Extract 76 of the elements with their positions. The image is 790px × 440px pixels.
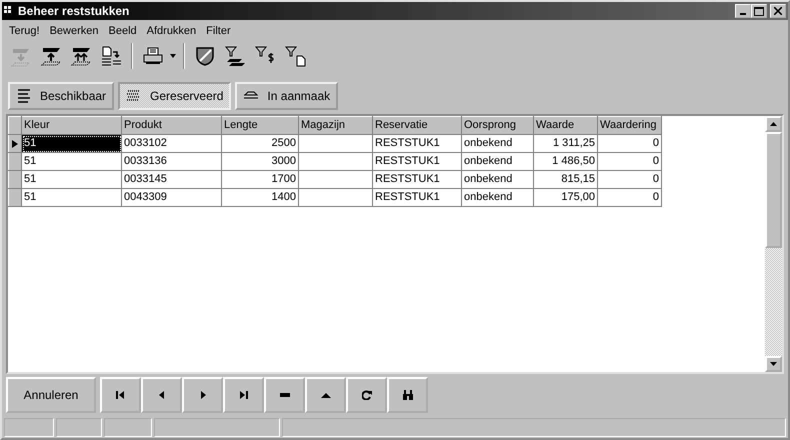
menu-item[interactable]: Filter <box>201 23 236 39</box>
table-cell: 0033145 <box>124 173 167 186</box>
table-cell: RESTSTUK1 <box>375 155 440 168</box>
minus-button[interactable] <box>264 377 305 413</box>
last-record-button[interactable] <box>223 377 264 413</box>
up-arrow-icon <box>770 122 777 126</box>
refresh-icon <box>362 390 372 400</box>
table-cell: 1 311,25 <box>552 137 595 150</box>
table-cell: 0043309 <box>124 191 167 204</box>
table-cell: 815,15 <box>561 173 595 186</box>
column-header[interactable]: Produkt <box>122 116 222 134</box>
table-cell: 1 486,50 <box>552 155 595 168</box>
table-cell: 1400 <box>272 191 296 204</box>
table-cell: onbekend <box>464 191 512 204</box>
minimize-button[interactable] <box>735 4 752 18</box>
table-cell: 0 <box>652 137 659 150</box>
close-icon <box>774 7 782 15</box>
column-header[interactable]: Waarde <box>534 116 598 134</box>
cancel-button[interactable]: Annuleren <box>6 377 96 413</box>
table-cell: 1700 <box>272 173 296 186</box>
refresh-button[interactable] <box>346 377 387 413</box>
window-title: Beheer reststukken <box>18 3 130 20</box>
column-header[interactable]: Waardering <box>598 116 662 134</box>
table-cell: 51 <box>24 137 36 150</box>
dropdown-caret-icon[interactable] <box>170 54 176 58</box>
status-panel <box>56 418 102 437</box>
table-cell: onbekend <box>464 137 512 150</box>
table-cell: 0033136 <box>124 155 167 168</box>
column-header[interactable]: Reservatie <box>372 116 462 134</box>
tab[interactable]: In aanmaak <box>235 82 338 110</box>
scroll-down-button[interactable] <box>765 356 782 372</box>
table-cell: RESTSTUK1 <box>375 173 440 186</box>
table-cell: onbekend <box>464 155 512 168</box>
last-record-icon <box>238 390 248 400</box>
tab-icon <box>16 88 32 104</box>
binoculars-icon <box>402 390 412 400</box>
menu-item[interactable]: Beeld <box>104 23 142 39</box>
down-arrow-icon <box>770 362 777 366</box>
table-cell: 175,00 <box>561 191 595 204</box>
first-record-button[interactable] <box>100 377 141 413</box>
first-record-icon <box>116 390 126 400</box>
menu-item[interactable]: Afdrukken <box>142 23 202 39</box>
scroll-up-button[interactable] <box>765 116 782 132</box>
column-header[interactable]: Kleur <box>22 116 122 134</box>
grid-corner <box>8 116 22 134</box>
scroll-thumb[interactable] <box>765 132 782 248</box>
tab[interactable]: Beschikbaar <box>8 82 114 110</box>
minus-icon <box>280 390 290 400</box>
close-button[interactable] <box>770 4 786 18</box>
menu-item[interactable]: Terug! <box>4 23 45 39</box>
table-cell: 51 <box>24 173 36 186</box>
up-triangle-icon <box>320 390 330 400</box>
binoculars-button[interactable] <box>387 377 428 413</box>
status-panel <box>4 418 54 437</box>
column-header[interactable]: Magazijn <box>298 116 372 134</box>
menu-item[interactable]: Bewerken <box>44 23 104 39</box>
table-cell: RESTSTUK1 <box>375 191 440 204</box>
table-cell: 3000 <box>272 155 296 168</box>
app-icon <box>4 6 14 16</box>
row-selector[interactable] <box>8 134 22 152</box>
maximize-icon <box>754 6 764 16</box>
table-cell: 0033102 <box>124 137 167 150</box>
table-cell: 0 <box>652 155 659 168</box>
status-panel <box>104 418 152 437</box>
maximize-button[interactable] <box>751 4 768 18</box>
table-cell: 51 <box>24 155 36 168</box>
column-header[interactable]: Oorsprong <box>462 116 534 134</box>
table-cell: 2500 <box>272 137 296 150</box>
column-header[interactable]: Lengte <box>222 116 298 134</box>
table-cell: 51 <box>24 191 36 204</box>
table-cell: onbekend <box>464 173 512 186</box>
previous-icon <box>156 390 166 400</box>
table-cell: 0 <box>652 191 659 204</box>
tab[interactable]: Gereserveerd <box>118 82 232 110</box>
table-cell: RESTSTUK1 <box>375 137 440 150</box>
table-cell: 0 <box>652 173 659 186</box>
